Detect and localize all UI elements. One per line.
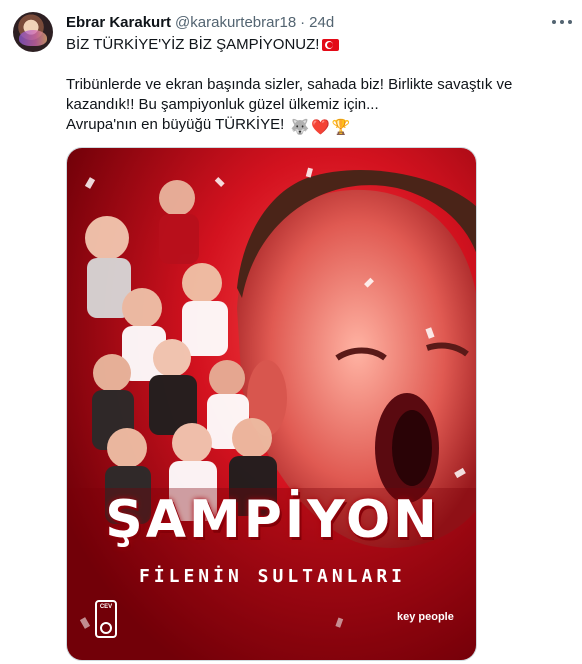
tweet-line-1-text: BİZ TÜRKİYE'YİZ BİZ ŞAMPİYONUZ! xyxy=(66,36,320,53)
tweet-media-image[interactable]: ŞAMPİYON FİLENİN SULTANLARI CEV key peop… xyxy=(66,147,477,661)
heart-emoji-icon: ❤️ xyxy=(311,119,330,136)
tweet-text: BİZ TÜRKİYE'YİZ BİZ ŞAMPİYONUZ! Tribünle… xyxy=(66,35,571,138)
tweet-header: Ebrar Karakurt @karakurtebrar18 · 24d xyxy=(66,13,334,33)
poster-subtitle: FİLENİN SULTANLARI xyxy=(138,566,407,587)
cev-logo: CEV xyxy=(95,600,117,638)
more-dot xyxy=(552,20,556,24)
wolf-emoji-icon: 🐺 xyxy=(290,119,310,136)
header-separator: · xyxy=(300,14,306,31)
author-display-name[interactable]: Ebrar Karakurt xyxy=(66,13,171,33)
more-dot xyxy=(568,20,572,24)
tweet-line-2: Tribünlerde ve ekran başında sizler, sah… xyxy=(66,76,513,93)
tweet-card[interactable]: Ebrar Karakurt @karakurtebrar18 · 24d Bİ… xyxy=(0,0,582,664)
tweet-line-4: Avrupa'nın en büyüğü TÜRKİYE! 🐺 ❤️ 🏆 xyxy=(66,115,571,138)
tweet-line-4-text: Avrupa'nın en büyüğü TÜRKİYE! xyxy=(66,116,285,133)
poster-title: ŞAMPİYON xyxy=(105,490,440,550)
poster-brand: key people xyxy=(397,611,454,623)
author-handle[interactable]: @karakurtebrar18 xyxy=(175,13,296,33)
trophy-emoji-icon: 🏆 xyxy=(331,119,351,136)
tweet-line-3: kazandık!! Bu şampiyonluk güzel ülkemiz … xyxy=(66,96,379,113)
tweet-timestamp[interactable]: 24d xyxy=(309,13,334,33)
cev-logo-text: CEV xyxy=(99,604,113,610)
more-dot xyxy=(560,20,564,24)
more-options-icon[interactable] xyxy=(552,14,572,30)
tweet-line-1: BİZ TÜRKİYE'YİZ BİZ ŞAMPİYONUZ! xyxy=(66,35,571,55)
turkey-flag-icon xyxy=(322,39,340,51)
volleyball-icon xyxy=(100,622,112,634)
author-avatar[interactable] xyxy=(13,12,53,52)
